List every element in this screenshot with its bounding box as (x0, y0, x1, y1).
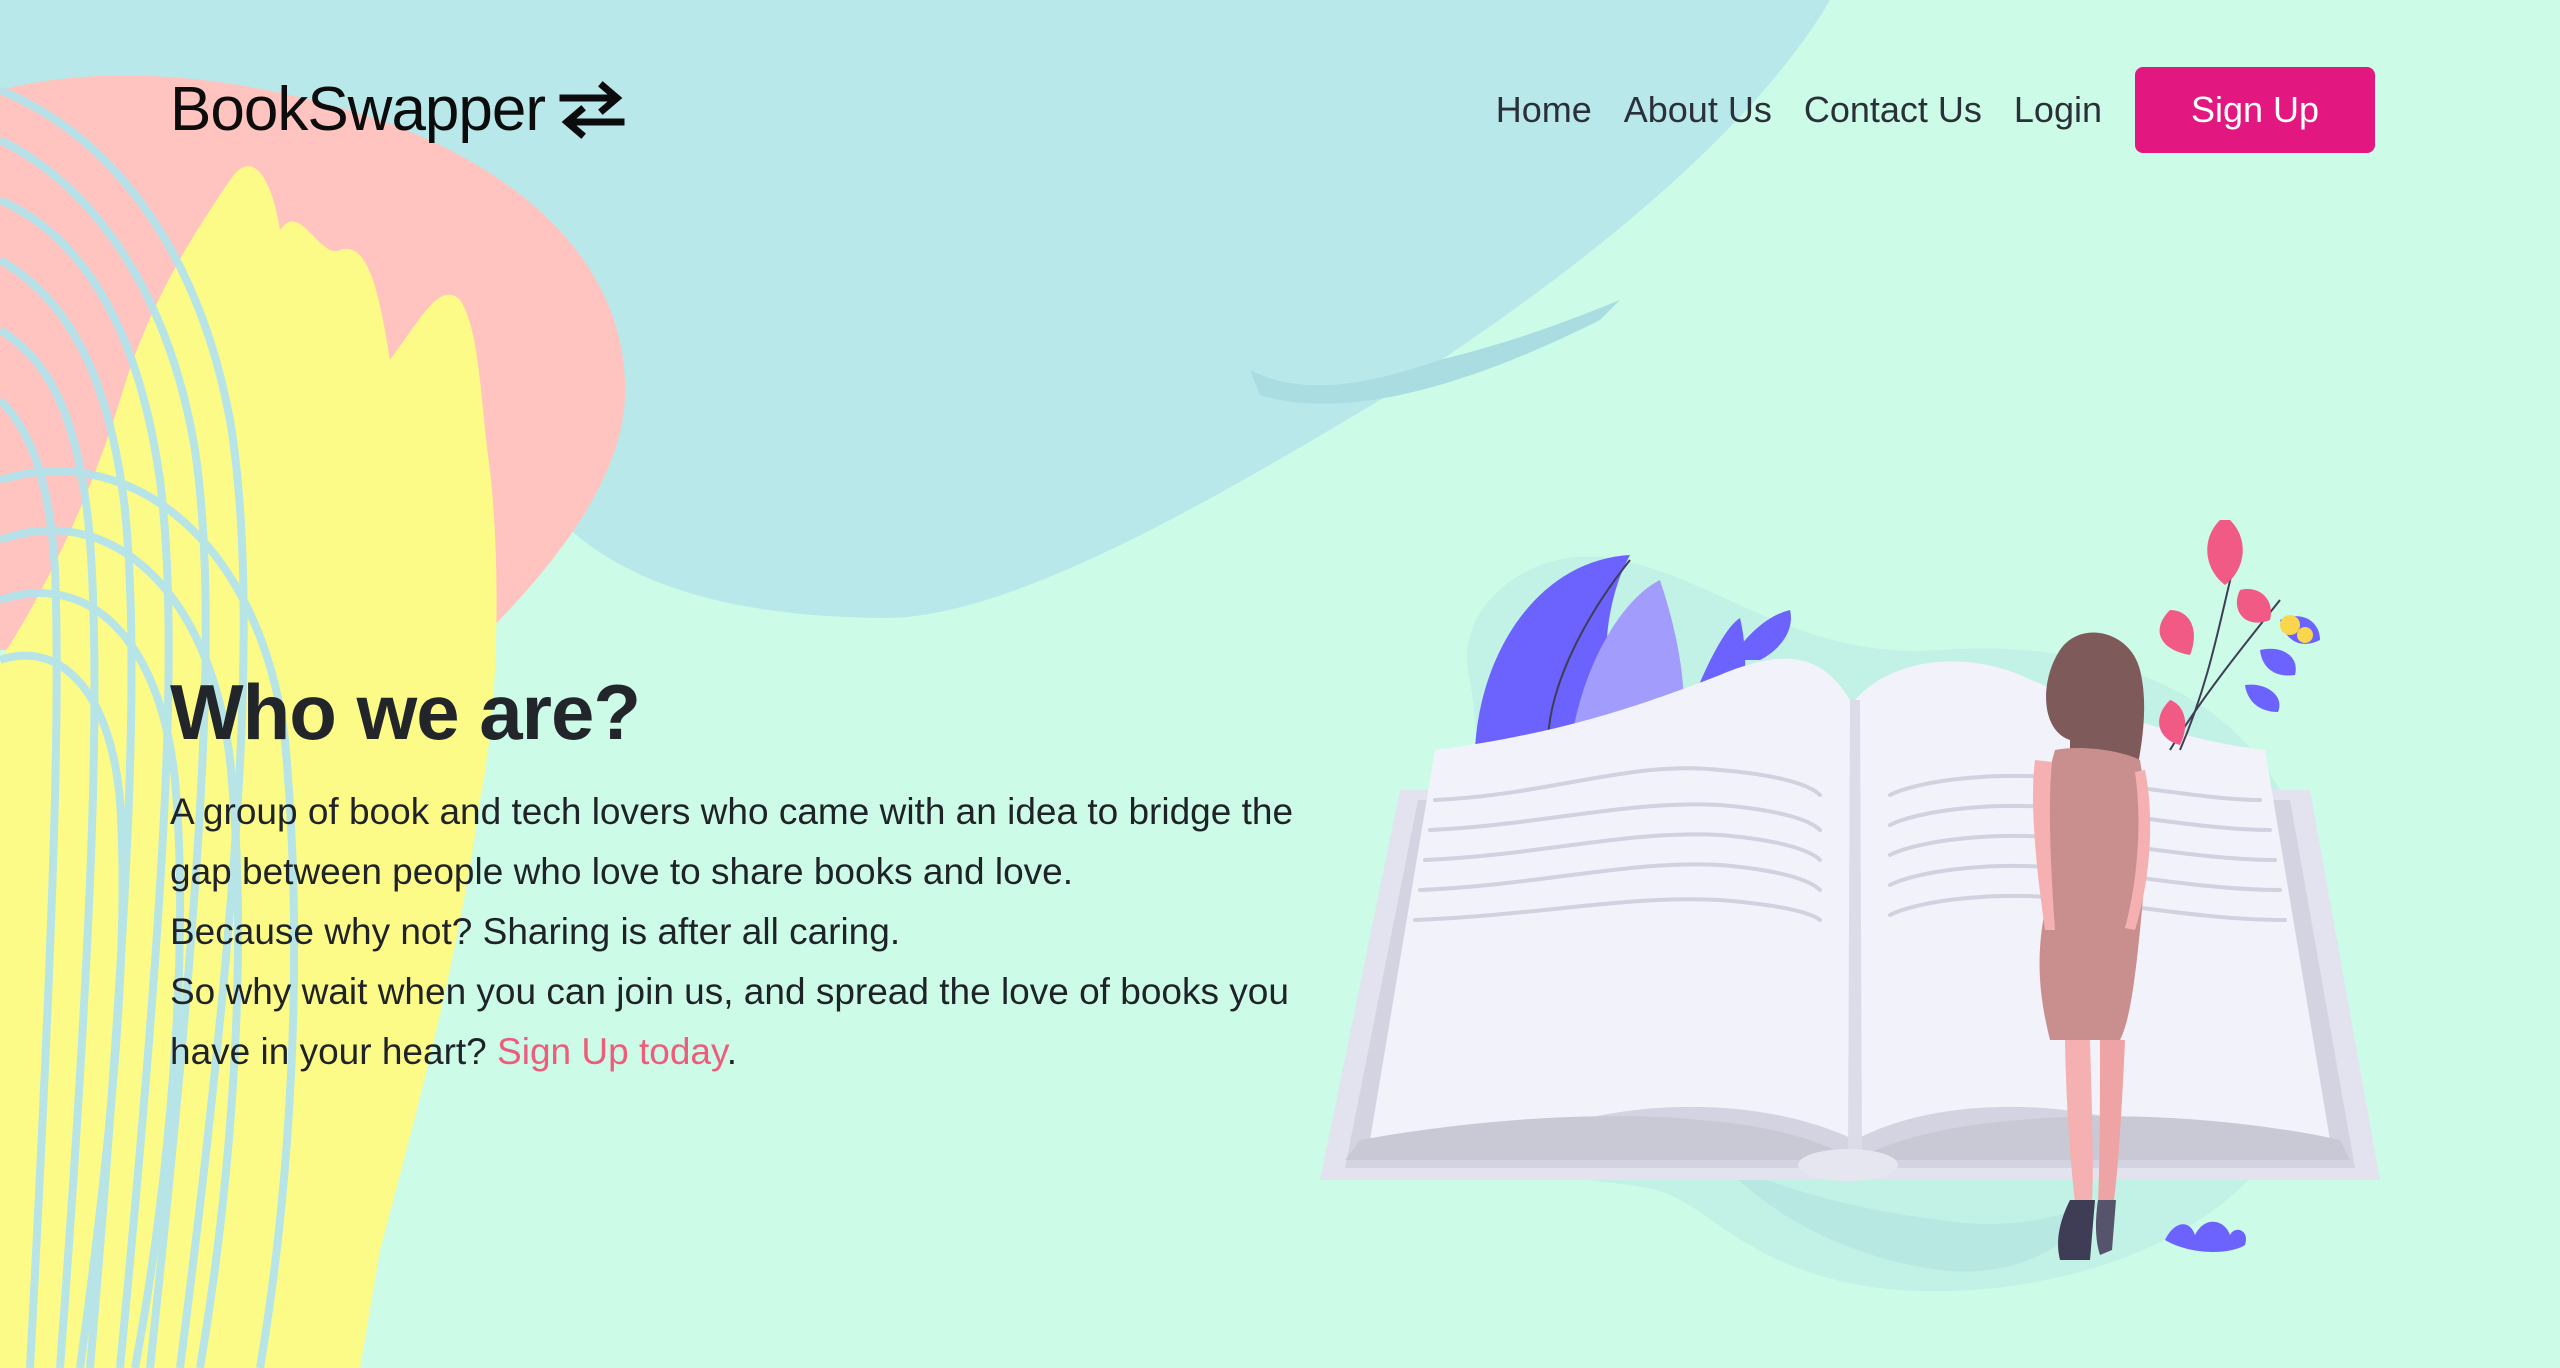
intro-paragraph: A group of book and tech lovers who came… (170, 791, 1294, 892)
nav-contact-us[interactable]: Contact Us (1804, 92, 1982, 128)
hero-section: Who we are? A group of book and tech lov… (170, 668, 1300, 1082)
page-title: Who we are? (170, 668, 641, 756)
book-page-left (1370, 658, 1855, 1140)
signup-button[interactable]: Sign Up (2135, 67, 2375, 153)
book-ribbon-base (1798, 1149, 1898, 1181)
brand-logo-link[interactable]: BookSwapper (170, 79, 625, 141)
signup-today-link[interactable]: Sign Up today (497, 1031, 727, 1072)
nav-home[interactable]: Home (1496, 92, 1592, 128)
nav-login[interactable]: Login (2014, 92, 2102, 128)
swap-arrows-icon (559, 81, 625, 139)
navbar: BookSwapper Home About Us Contact Us Log… (170, 66, 2375, 154)
book-illustration (1320, 520, 2380, 1292)
sharing-paragraph: Because why not? Sharing is after all ca… (170, 911, 901, 952)
nav-about-us[interactable]: About Us (1624, 92, 1772, 128)
brand-name: BookSwapper (170, 75, 546, 144)
nav-menu: Home About Us Contact Us Login Sign Up (1464, 67, 2375, 153)
flower-plant (2159, 520, 2320, 751)
grass-tuft (2165, 1221, 2247, 1252)
book-spine (1848, 700, 1862, 1150)
join-suffix: . (726, 1031, 738, 1072)
join-paragraph: So why wait when you can join us, and sp… (170, 962, 1300, 1082)
